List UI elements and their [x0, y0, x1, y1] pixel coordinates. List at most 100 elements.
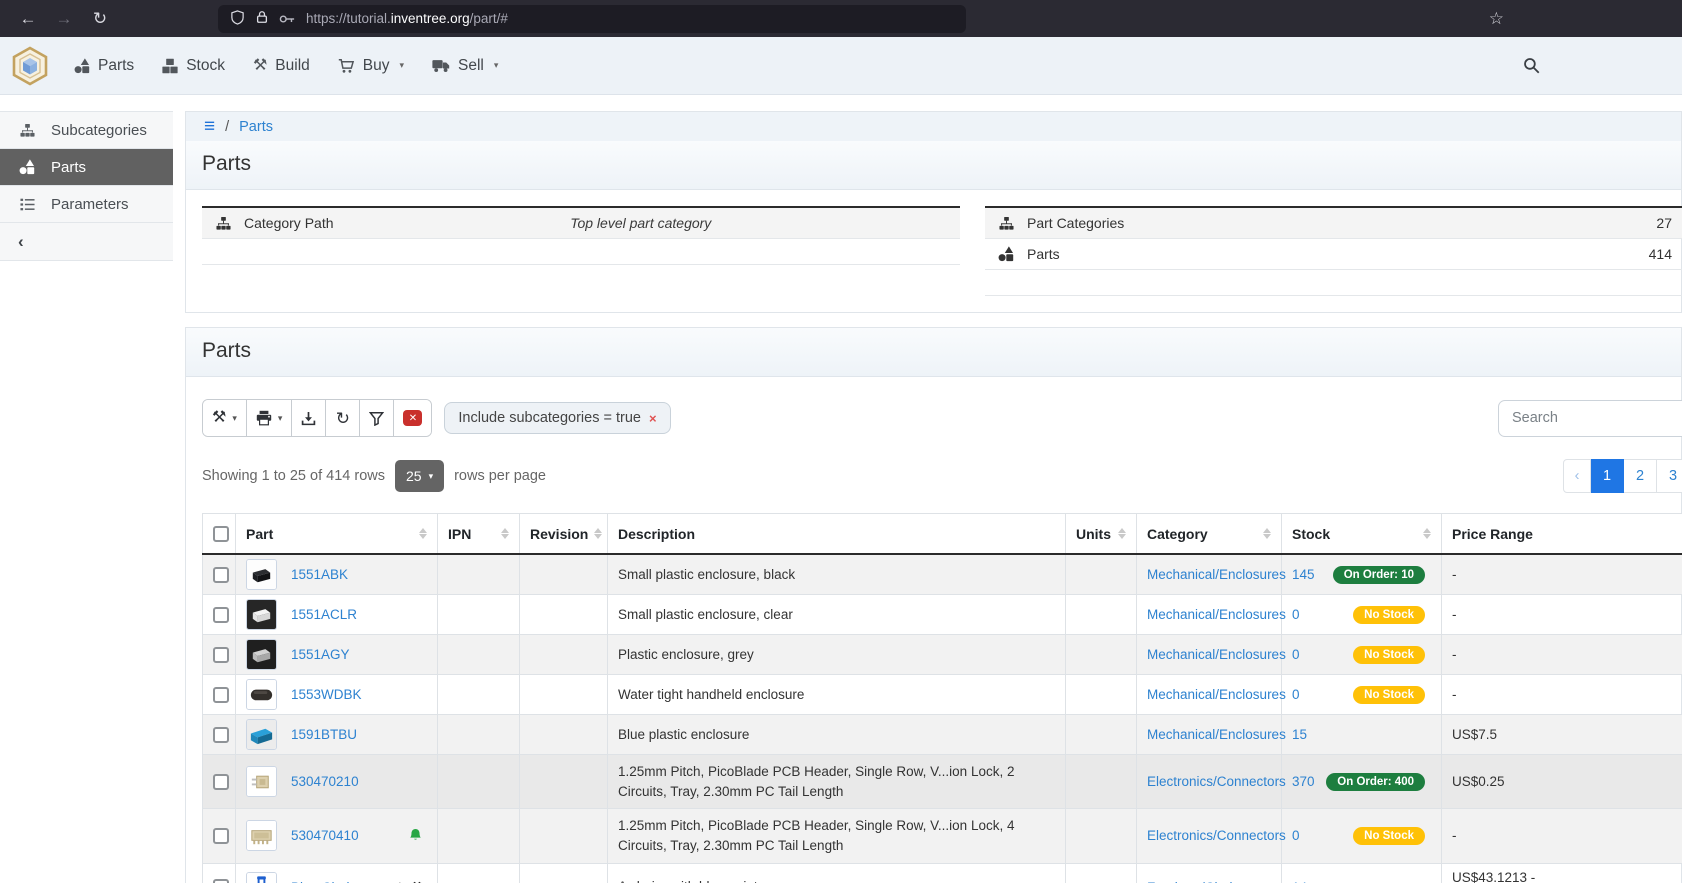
part-thumbnail[interactable]: [246, 559, 277, 590]
stat-row: Parts414: [985, 239, 1682, 270]
part-thumbnail[interactable]: [246, 820, 277, 851]
part-thumbnail[interactable]: [246, 599, 277, 630]
sort-icon[interactable]: [1112, 528, 1126, 539]
category-link[interactable]: Electronics/Connectors: [1147, 774, 1286, 789]
url-text: https://tutorial.inventree.org/part/#: [306, 11, 508, 26]
category-link[interactable]: Mechanical/Enclosures: [1147, 727, 1286, 742]
part-thumbnail[interactable]: [246, 719, 277, 750]
part-link[interactable]: Blue Chair: [291, 880, 354, 883]
nav-item-label: Buy: [363, 57, 390, 75]
part-thumbnail[interactable]: [246, 639, 277, 670]
sidebar-item-subcategories[interactable]: Subcategories: [0, 112, 173, 149]
stock-link[interactable]: 0: [1292, 607, 1300, 622]
category-link[interactable]: Mechanical/Enclosures: [1147, 647, 1286, 662]
download-button[interactable]: [292, 400, 326, 436]
search-icon[interactable]: [1523, 57, 1540, 74]
category-link[interactable]: Furniture/Chairs: [1147, 880, 1244, 883]
sort-icon[interactable]: [1417, 528, 1431, 539]
stock-cell: 14: [1282, 863, 1442, 883]
filter-button[interactable]: [360, 400, 394, 436]
page-size-dropdown[interactable]: 25 ▾: [395, 460, 444, 492]
category-link[interactable]: Electronics/Connectors: [1147, 828, 1286, 843]
sort-icon[interactable]: [1257, 528, 1271, 539]
part-link[interactable]: 1551ABK: [291, 567, 348, 582]
row-checkbox[interactable]: [213, 828, 229, 844]
breadcrumb-separator: /: [225, 119, 229, 135]
table-actions-button[interactable]: ⚒▾: [203, 400, 247, 436]
column-header-units[interactable]: Units: [1066, 514, 1137, 555]
column-header-stock[interactable]: Stock: [1282, 514, 1442, 555]
column-header-ipn[interactable]: IPN: [438, 514, 520, 555]
sort-icon[interactable]: [588, 528, 602, 539]
row-checkbox[interactable]: [213, 687, 229, 703]
bookmark-star-icon[interactable]: ☆: [1489, 9, 1504, 29]
row-checkbox[interactable]: [213, 567, 229, 583]
row-checkbox[interactable]: [213, 774, 229, 790]
row-checkbox[interactable]: [213, 727, 229, 743]
nav-item-label: Parts: [98, 57, 134, 75]
chevron-down-icon: ▾: [278, 413, 283, 424]
pagination-page-2[interactable]: 2: [1624, 459, 1657, 493]
sort-icon[interactable]: [413, 528, 427, 539]
column-header-revision[interactable]: Revision: [520, 514, 608, 555]
part-link[interactable]: 530470210: [291, 774, 359, 789]
row-checkbox[interactable]: [213, 607, 229, 623]
back-icon[interactable]: ←: [10, 9, 46, 29]
shapes-icon: [74, 58, 90, 74]
clear-filters-button[interactable]: ✕: [394, 400, 431, 436]
select-all-checkbox[interactable]: [213, 526, 229, 542]
menu-icon[interactable]: ≡: [204, 117, 215, 136]
remove-chip-icon[interactable]: ×: [649, 411, 657, 426]
stock-link[interactable]: 15: [1292, 727, 1307, 742]
nav-item-buy[interactable]: Buy▾: [338, 57, 404, 75]
revision-cell: [520, 715, 608, 755]
column-header-part[interactable]: Part: [236, 514, 438, 555]
breadcrumb-parts-link[interactable]: Parts: [239, 119, 273, 135]
nav-item-sell[interactable]: Sell▾: [432, 57, 498, 75]
sidebar-item-parts[interactable]: Parts: [0, 149, 173, 186]
pagination-prev[interactable]: ‹: [1563, 459, 1591, 493]
row-checkbox[interactable]: [213, 879, 229, 883]
reload-icon[interactable]: ↻: [82, 9, 118, 29]
row-checkbox[interactable]: [213, 647, 229, 663]
nav-item-build[interactable]: ⚒Build: [253, 57, 310, 75]
part-link[interactable]: 1551ACLR: [291, 607, 357, 622]
part-link[interactable]: 1591BTBU: [291, 727, 357, 742]
category-link[interactable]: Mechanical/Enclosures: [1147, 567, 1286, 582]
forward-icon[interactable]: →: [46, 9, 82, 29]
part-thumbnail[interactable]: [246, 679, 277, 710]
part-thumbnail[interactable]: [246, 766, 277, 797]
category-link[interactable]: Mechanical/Enclosures: [1147, 687, 1286, 702]
refresh-button[interactable]: ↻: [326, 400, 360, 436]
key-icon[interactable]: [279, 11, 296, 27]
print-button[interactable]: ▾: [247, 400, 293, 436]
column-header-category[interactable]: Category: [1137, 514, 1282, 555]
sidebar-item-parameters[interactable]: Parameters: [0, 186, 173, 223]
nav-item-parts[interactable]: Parts: [74, 57, 134, 75]
search-input[interactable]: [1498, 400, 1682, 437]
stock-link[interactable]: 0: [1292, 828, 1300, 843]
category-link[interactable]: Mechanical/Enclosures: [1147, 607, 1286, 622]
stock-link[interactable]: 145: [1292, 567, 1315, 582]
stock-cell: 0No Stock: [1282, 809, 1442, 863]
stock-link[interactable]: 0: [1292, 647, 1300, 662]
stock-link[interactable]: 370: [1292, 774, 1315, 789]
inventree-logo[interactable]: [10, 46, 50, 86]
description-cell: Blue plastic enclosure: [608, 715, 1066, 755]
url-bar[interactable]: https://tutorial.inventree.org/part/#: [218, 5, 966, 33]
stock-link[interactable]: 0: [1292, 687, 1300, 702]
description-cell: 1.25mm Pitch, PicoBlade PCB Header, Sing…: [608, 809, 1066, 863]
stock-link[interactable]: 14: [1292, 880, 1307, 883]
sort-icon[interactable]: [495, 528, 509, 539]
pagination-page-1[interactable]: 1: [1591, 459, 1624, 493]
sidebar-collapse-button[interactable]: ‹: [0, 223, 173, 261]
part-thumbnail[interactable]: [246, 872, 277, 883]
pagination-page-3[interactable]: 3: [1657, 459, 1682, 493]
description-cell: Small plastic enclosure, black: [608, 554, 1066, 595]
nav-item-stock[interactable]: Stock: [162, 57, 225, 75]
part-link[interactable]: 1553WDBK: [291, 687, 362, 702]
shield-icon[interactable]: [230, 10, 245, 28]
part-link[interactable]: 1551AGY: [291, 647, 350, 662]
part-link[interactable]: 530470410: [291, 828, 359, 843]
lock-icon[interactable]: [255, 10, 269, 27]
